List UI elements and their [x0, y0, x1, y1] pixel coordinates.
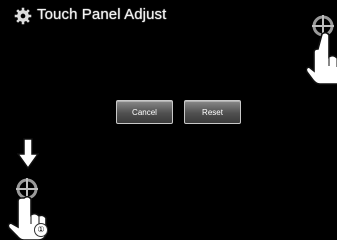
step-marker: ① — [34, 223, 48, 237]
reset-button[interactable]: Reset — [184, 100, 241, 124]
page-title: Touch Panel Adjust — [37, 6, 167, 23]
cancel-button[interactable]: Cancel — [116, 100, 173, 124]
arrow-down-icon — [17, 138, 39, 170]
touch-panel-adjust-screen: Touch Panel Adjust Cancel Reset ① — [0, 0, 337, 240]
hand-pointer-icon — [306, 31, 337, 85]
gear-icon — [14, 7, 32, 25]
title-bar: Touch Panel Adjust — [0, 0, 337, 32]
